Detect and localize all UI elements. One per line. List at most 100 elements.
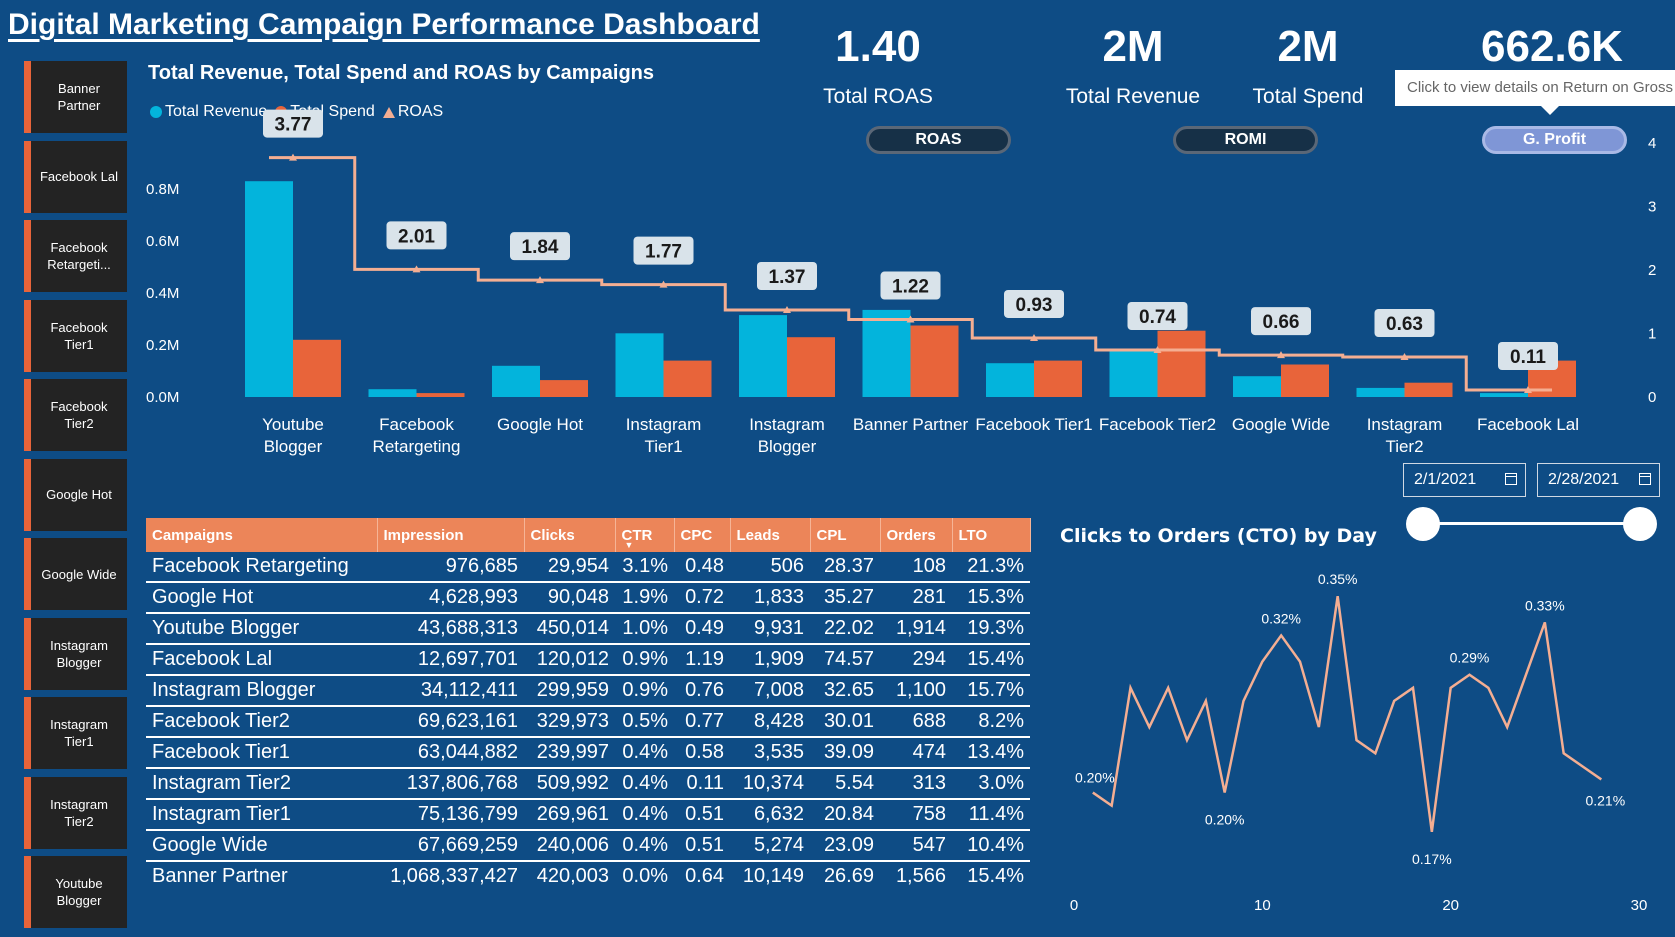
sidebar-item-6[interactable]: Google Wide [24, 538, 127, 610]
revenue-bar [1480, 393, 1528, 397]
sidebar-item-10[interactable]: Youtube Blogger [24, 856, 127, 928]
table-cell: 420,003 [536, 865, 609, 887]
tooltip-arrow [1540, 105, 1560, 115]
category-label: Instagram [626, 415, 702, 434]
table-cell: 4,628,993 [377, 582, 524, 614]
date-slider-start-handle[interactable] [1406, 507, 1440, 541]
start-date-input[interactable]: 2/1/2021 [1403, 463, 1526, 497]
cto-line [1092, 596, 1603, 832]
table-cell: 0.51 [674, 799, 730, 831]
table-cell: 34,112,411 [377, 675, 524, 707]
table-cell: Youtube Blogger [146, 613, 377, 645]
column-header[interactable]: Campaigns [146, 518, 378, 552]
table-cell: 35.27 [810, 582, 880, 614]
roas-label-text: 0.63 [1386, 314, 1423, 335]
revenue-bar [615, 333, 664, 397]
sidebar-item-7[interactable]: Instagram Blogger [24, 617, 127, 690]
table-cell: 0.9% [615, 644, 674, 676]
table-row[interactable]: Facebook Tier2 69,623,161 329,973 0.5% 0.77 8… [146, 706, 1030, 738]
romi-button[interactable]: ROMI [1173, 126, 1318, 154]
column-header[interactable]: Orders [880, 518, 953, 552]
table-cell: 269,961 [524, 799, 615, 831]
table-cell: 74.57 [810, 644, 880, 676]
table-row[interactable]: Google Hot 4,628,993 90,048 1.9% 0.72 1,833 35… [146, 582, 1030, 614]
end-date-input[interactable]: 2/28/2021 [1537, 463, 1660, 497]
kpi-total-roas-value: 1.40 [835, 22, 921, 71]
sidebar-item-9[interactable]: Instagram Tier2 [24, 776, 127, 849]
gross-profit-button[interactable]: G. Profit [1482, 126, 1627, 154]
date-slider-track[interactable] [1423, 522, 1640, 525]
revenue-bar [492, 365, 540, 397]
column-header[interactable]: CTR ▼ [615, 518, 675, 552]
table-row[interactable]: Banner Partner 1,068,337,427 420,003 0.0% 0.… [146, 861, 1030, 891]
column-header[interactable]: Leads [730, 518, 811, 552]
kpi-gross-profit-value: 662.6K [1481, 22, 1623, 71]
table-row[interactable]: Instagram Blogger 34,112,411 299,959 0.9% 0.… [146, 675, 1030, 707]
revenue-bar [862, 309, 911, 397]
calendar-icon[interactable] [1505, 473, 1517, 485]
table-cell: 10,374 [730, 768, 810, 800]
sidebar-item-8[interactable]: Instagram Tier1 [24, 697, 127, 769]
table-cell: 281 [880, 582, 952, 614]
category-label: Google Hot [497, 415, 583, 434]
table-cell: 20.84 [810, 799, 880, 831]
table-row[interactable]: Facebook Lal 12,697,701 120,012 0.9% 1.19 1,9… [146, 644, 1030, 676]
cto-x-tick: 10 [1254, 897, 1271, 914]
table-row[interactable]: Facebook Retargeting 976,685 29,954 3.1% 0.4… [146, 552, 1030, 583]
spend-bar [1034, 360, 1082, 397]
table-cell: 239,997 [524, 737, 615, 769]
table-cell: 15.7% [952, 675, 1030, 707]
date-slider-end-handle[interactable] [1623, 507, 1657, 541]
table-cell: 294 [880, 644, 952, 676]
column-header[interactable]: Impression [377, 518, 525, 552]
roas-data-label: 0.93 [1004, 289, 1064, 318]
roas-data-label: 1.37 [757, 262, 817, 291]
y2-tick-label: 3 [1648, 199, 1656, 216]
table-cell: 8.2% [952, 706, 1030, 738]
table-cell: 13.4% [952, 737, 1030, 769]
table-row[interactable]: Google Wide 67,669,259 240,006 0.4% 0.51 5,27… [146, 830, 1030, 862]
column-header[interactable]: LTO [952, 518, 1031, 552]
table-cell: Facebook Retargeting [146, 552, 377, 583]
table-cell: 15.4% [967, 865, 1024, 887]
category-label: Retargeting [373, 437, 461, 456]
y2-tick-label: 4 [1648, 135, 1656, 152]
cto-point-label: 0.20% [1205, 812, 1245, 828]
category-label: Blogger [758, 437, 817, 456]
spend-bar [1404, 382, 1453, 397]
table-cell: 1.9% [615, 582, 674, 614]
calendar-icon[interactable] [1639, 473, 1651, 485]
y-tick-label: 0.0M [146, 389, 179, 406]
cto-x-tick: 20 [1442, 897, 1459, 914]
table-cell: 0.4% [615, 830, 674, 862]
table-cell: 0.72 [674, 582, 730, 614]
roas-data-label: 1.77 [633, 236, 694, 265]
table-cell: 29,954 [524, 552, 615, 583]
table-row[interactable]: Instagram Tier1 75,136,799 269,961 0.4% 0.51… [146, 799, 1030, 831]
revenue-bar [1109, 350, 1158, 397]
table-cell: 0.4% [615, 799, 674, 831]
table-cell: Instagram Tier2 [146, 768, 377, 800]
table-cell: 3.1% [615, 552, 674, 583]
column-header[interactable]: CPC [674, 518, 731, 552]
table-cell: Google Hot [146, 582, 377, 614]
table-row[interactable]: Youtube Blogger 43,688,313 450,014 1.0% 0.49… [146, 613, 1030, 645]
category-label: Facebook Tier2 [1099, 415, 1216, 434]
y2-tick-label: 1 [1648, 326, 1656, 343]
roas-label-text: 1.84 [522, 237, 559, 258]
table-row[interactable]: Instagram Tier2 137,806,768 509,992 0.4% 0.1… [146, 768, 1030, 800]
roas-button[interactable]: ROAS [866, 126, 1011, 154]
table-cell: Instagram Blogger [146, 675, 377, 707]
table-row[interactable]: Facebook Tier1 63,044,882 239,997 0.4% 0.58 3… [146, 737, 1030, 769]
table-cell: 5.54 [810, 768, 880, 800]
kpi-total-spend-value: 2M [1277, 22, 1339, 71]
y-tick-label: 0.2M [146, 337, 179, 354]
column-header[interactable]: CPL [810, 518, 881, 552]
cto-point-label: 0.35% [1318, 571, 1358, 587]
spend-bar [293, 339, 341, 397]
revenue-bar [245, 181, 293, 397]
table-cell: 0.5% [615, 706, 674, 738]
y-tick-label: 0.4M [146, 285, 179, 302]
roas-label-text: 0.11 [1510, 347, 1546, 368]
column-header[interactable]: Clicks [524, 518, 616, 552]
